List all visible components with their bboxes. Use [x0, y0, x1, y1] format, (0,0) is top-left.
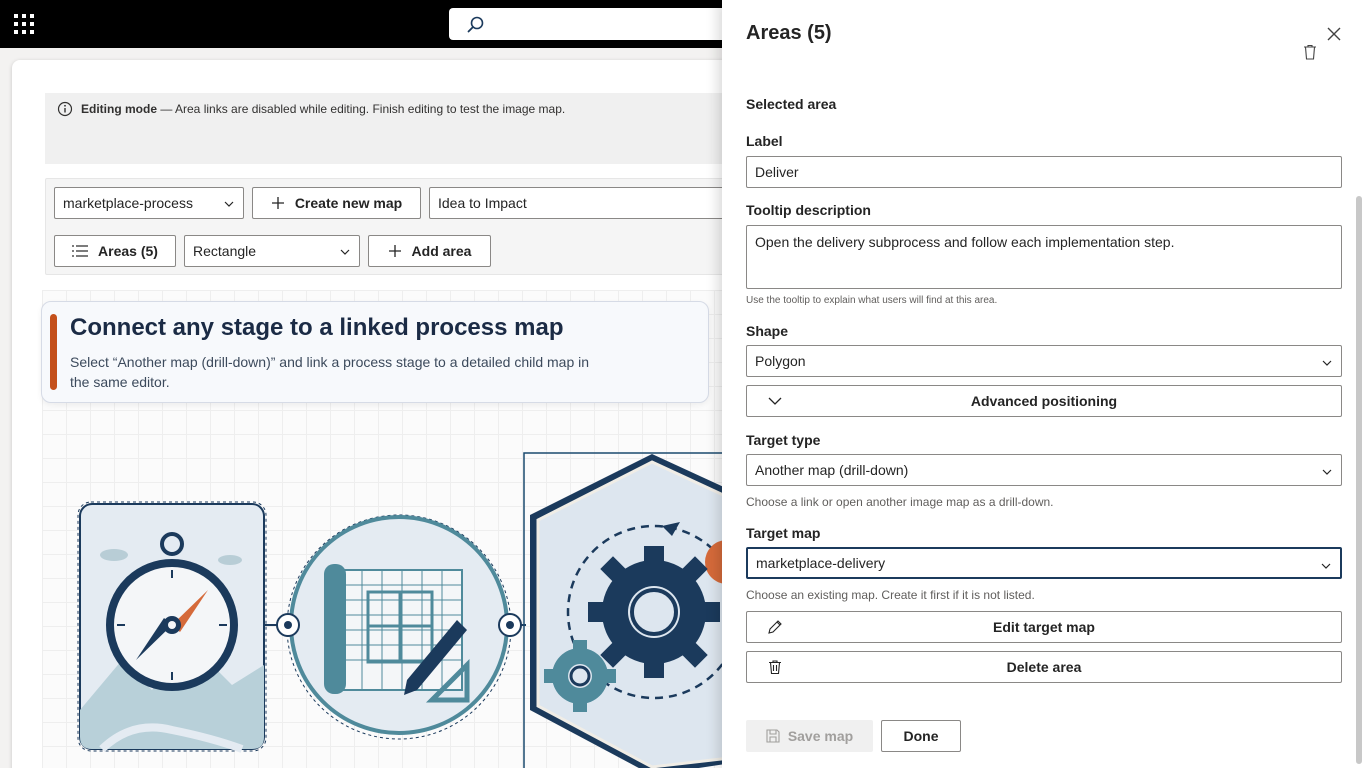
target-type-heading: Target type	[746, 432, 821, 448]
tooltip-description-value: Open the delivery subprocess and follow …	[755, 234, 1175, 250]
area-deliver-gears[interactable]	[523, 452, 752, 768]
plus-icon	[271, 197, 284, 209]
map-select-value: marketplace-process	[63, 195, 193, 211]
shape-select[interactable]: Rectangle	[184, 235, 360, 267]
shape-dropdown[interactable]: Polygon	[746, 345, 1342, 377]
target-type-dropdown[interactable]: Another map (drill-down)	[746, 454, 1342, 486]
tooltip-description-textarea[interactable]: Open the delivery subprocess and follow …	[746, 225, 1342, 289]
chevron-down-icon	[1321, 563, 1331, 569]
chevron-down-icon	[224, 201, 234, 207]
target-map-heading: Target map	[746, 525, 821, 541]
hero-callout: Connect any stage to a linked process ma…	[41, 301, 709, 403]
gear-icon	[588, 546, 720, 678]
tooltip-heading: Tooltip description	[746, 202, 871, 218]
trash-icon[interactable]	[1303, 44, 1317, 60]
create-new-map-label: Create new map	[294, 195, 403, 211]
shape-select-value: Rectangle	[193, 243, 257, 259]
map-title-input[interactable]: Idea to Impact	[429, 187, 759, 219]
area-discover-compass[interactable]	[77, 501, 267, 753]
selected-area-heading: Selected area	[746, 96, 837, 112]
editor-toolbar: marketplace-process Create new map Idea …	[45, 178, 765, 275]
label-input[interactable]: Deliver	[746, 156, 1342, 188]
target-map-value: marketplace-delivery	[756, 555, 886, 571]
trash-icon	[769, 660, 781, 675]
areas-button[interactable]: Areas (5)	[54, 235, 176, 267]
banner-message: — Area links are disabled while editing.…	[157, 102, 566, 116]
map-select[interactable]: marketplace-process	[54, 187, 244, 219]
add-area-button[interactable]: Add area	[368, 235, 491, 267]
create-new-map-button[interactable]: Create new map	[252, 187, 421, 219]
hero-subtitle: Select “Another map (drill-down)” and li…	[70, 354, 590, 390]
editing-mode-banner: Editing mode — Area links are disabled w…	[45, 93, 765, 164]
delete-area-label: Delete area	[1006, 659, 1082, 675]
areas-panel: Areas (5) Selected area Label Deliver To…	[722, 0, 1366, 768]
area-design-blueprint[interactable]	[286, 514, 512, 740]
hero-title: Connect any stage to a linked process ma…	[70, 314, 564, 341]
save-map-label: Save map	[787, 728, 854, 744]
chevron-down-icon	[1322, 469, 1332, 475]
save-icon	[766, 729, 780, 743]
tooltip-hint: Use the tooltip to explain what users wi…	[746, 295, 998, 306]
search-icon	[467, 16, 484, 33]
target-type-value: Another map (drill-down)	[755, 462, 909, 478]
close-icon[interactable]	[1324, 24, 1344, 44]
waffle-icon[interactable]	[14, 14, 34, 34]
pencil-icon	[768, 620, 782, 634]
panel-title: Areas (5)	[746, 22, 832, 44]
target-map-hint: Choose an existing map. Create it first …	[746, 588, 1035, 602]
list-icon	[72, 245, 89, 257]
callout-accent-bar	[50, 314, 57, 390]
add-area-label: Add area	[411, 243, 472, 259]
plus-icon	[388, 245, 401, 257]
global-search-box[interactable]	[449, 8, 749, 40]
chevron-down-icon	[1322, 360, 1332, 366]
areas-button-label: Areas (5)	[98, 243, 158, 259]
advanced-positioning-label: Advanced positioning	[970, 393, 1118, 409]
chevron-down-icon	[768, 397, 782, 405]
target-map-dropdown[interactable]: marketplace-delivery	[746, 547, 1342, 579]
chevron-down-icon	[340, 249, 350, 255]
info-icon	[57, 101, 73, 117]
target-type-hint: Choose a link or open another image map …	[746, 495, 1054, 509]
label-heading: Label	[746, 133, 783, 149]
editing-mode-label: Editing mode	[81, 102, 157, 116]
map-title-value: Idea to Impact	[438, 195, 527, 211]
panel-scrollbar[interactable]	[1356, 196, 1362, 764]
done-button[interactable]: Done	[881, 720, 961, 752]
banner-text: Editing mode — Area links are disabled w…	[81, 102, 565, 116]
shape-heading: Shape	[746, 323, 789, 339]
done-label: Done	[903, 728, 939, 744]
edit-target-map-label: Edit target map	[993, 619, 1095, 635]
shape-dropdown-value: Polygon	[755, 353, 806, 369]
edit-target-map-button[interactable]: Edit target map	[746, 611, 1342, 643]
editor-card: Editing mode — Area links are disabled w…	[12, 60, 772, 768]
advanced-positioning-toggle[interactable]: Advanced positioning	[746, 385, 1342, 417]
save-map-button[interactable]: Save map	[746, 720, 873, 752]
delete-area-button[interactable]: Delete area	[746, 651, 1342, 683]
label-input-value: Deliver	[755, 164, 799, 180]
process-illustration	[77, 452, 752, 768]
